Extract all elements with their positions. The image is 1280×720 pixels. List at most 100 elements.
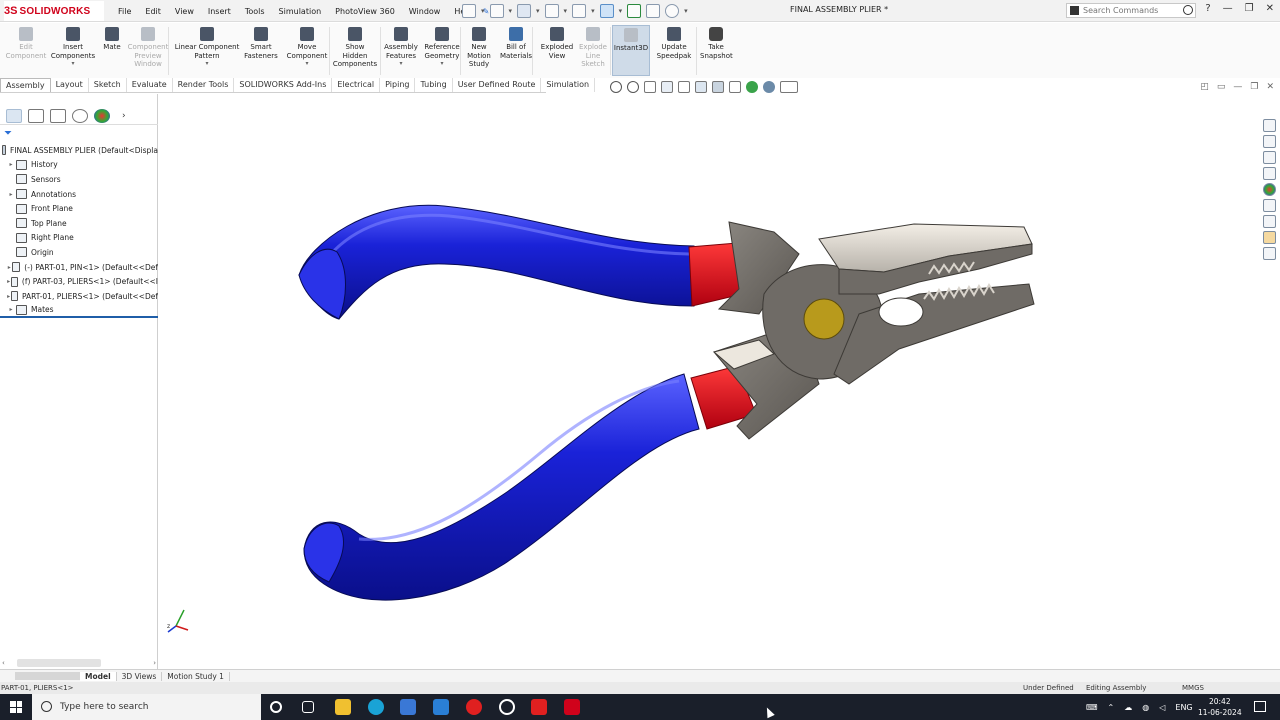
view-palette-icon[interactable] bbox=[1263, 167, 1276, 180]
menu-insert[interactable]: Insert bbox=[208, 7, 231, 16]
file-explorer-icon[interactable] bbox=[335, 699, 351, 715]
propertymanager-tab-icon[interactable] bbox=[28, 108, 44, 123]
close-icon[interactable]: ✕ bbox=[1266, 3, 1274, 14]
show-hidden-components-button[interactable]: Show Hidden Components bbox=[332, 27, 378, 69]
task-view-icon[interactable] bbox=[302, 701, 314, 713]
tab-electrical[interactable]: Electrical bbox=[332, 78, 381, 92]
expand-arrow-icon[interactable]: ▸ bbox=[6, 191, 16, 198]
expand-arrow-icon[interactable]: ▸ bbox=[6, 306, 16, 313]
apply-scene-icon[interactable] bbox=[763, 81, 775, 93]
tree-item[interactable]: Front Plane bbox=[0, 201, 158, 216]
tab-navigation-arrows[interactable] bbox=[15, 672, 80, 680]
component-preview-window-button[interactable]: Component Preview Window bbox=[126, 27, 170, 69]
explode-line-sketch-button[interactable]: Explode Line Sketch bbox=[576, 27, 610, 69]
search-commands[interactable] bbox=[1066, 3, 1196, 18]
reference-geometry-button[interactable]: Reference Geometry ▾ bbox=[421, 27, 463, 69]
tree-item[interactable]: ▸ Mates bbox=[0, 304, 158, 319]
dynamic-annotation-icon[interactable] bbox=[678, 81, 690, 93]
search-mode-icon[interactable] bbox=[1070, 6, 1079, 15]
tree-item[interactable]: ▸ (-) PART-01, PIN<1> (Default<<Def bbox=[0, 260, 158, 275]
menu-simulation[interactable]: Simulation bbox=[279, 7, 322, 16]
tree-item[interactable]: FINAL ASSEMBLY PLIER (Default<Displa bbox=[0, 143, 158, 158]
expand-tabs-icon[interactable]: › bbox=[122, 111, 126, 121]
previous-view-icon[interactable] bbox=[644, 81, 656, 93]
update-speedpak-button[interactable]: Update Speedpak bbox=[654, 27, 694, 60]
viewport-minimize-icon[interactable]: — bbox=[1233, 82, 1242, 92]
new-motion-study-button[interactable]: New Motion Study bbox=[464, 27, 494, 69]
file-explorer-icon[interactable] bbox=[1263, 151, 1276, 164]
search-input[interactable] bbox=[1083, 6, 1171, 15]
tab-solidworks-add-ins[interactable]: SOLIDWORKS Add-Ins bbox=[234, 78, 333, 92]
show-hidden-icons-icon[interactable]: ⌃ bbox=[1108, 703, 1115, 712]
view-orientation-icon[interactable] bbox=[695, 81, 707, 93]
tree-item[interactable]: ▸ PART-01, PLIERS<1> (Default<<Def bbox=[0, 289, 158, 304]
solidworks-resources-icon[interactable] bbox=[1263, 119, 1276, 132]
zoom-to-fit-icon[interactable] bbox=[610, 81, 622, 93]
dimxpert-tab-icon[interactable] bbox=[72, 108, 88, 123]
tree-scrollbar[interactable]: ‹ › bbox=[2, 658, 156, 668]
notifications-icon[interactable] bbox=[1254, 701, 1266, 712]
scroll-thumb[interactable] bbox=[16, 659, 101, 667]
tab-piping[interactable]: Piping bbox=[380, 78, 416, 92]
scroll-right-icon[interactable]: › bbox=[153, 659, 156, 667]
viewport-single-icon[interactable]: ▭ bbox=[1217, 82, 1226, 92]
custom-properties-icon[interactable] bbox=[1263, 199, 1276, 212]
rebuild-icon[interactable] bbox=[627, 4, 642, 18]
tab-tubing[interactable]: Tubing bbox=[415, 78, 453, 92]
filter-icon[interactable]: ⏷ bbox=[4, 128, 12, 139]
smart-fasteners-button[interactable]: Smart Fasteners bbox=[242, 27, 280, 60]
undo-icon[interactable] bbox=[572, 4, 587, 18]
configurationmanager-tab-icon[interactable] bbox=[50, 108, 66, 123]
mail-icon[interactable] bbox=[433, 699, 449, 715]
tree-item[interactable]: Sensors bbox=[0, 172, 158, 187]
menu-edit[interactable]: Edit bbox=[145, 7, 161, 16]
unit-system[interactable]: MMGS bbox=[1182, 684, 1204, 692]
windows-start-icon[interactable] bbox=[10, 701, 22, 713]
tab-render-tools[interactable]: Render Tools bbox=[173, 78, 235, 92]
scroll-left-icon[interactable]: ‹ bbox=[2, 659, 5, 667]
featuremanager-tab-icon[interactable] bbox=[6, 108, 22, 123]
edge-icon[interactable] bbox=[368, 699, 384, 715]
language-indicator[interactable]: ENG bbox=[1175, 703, 1192, 712]
opera-icon[interactable] bbox=[466, 699, 482, 715]
taskbar-search[interactable]: Type here to search bbox=[32, 694, 261, 720]
move-component-button[interactable]: Move Component ▾ bbox=[286, 27, 328, 69]
save-icon[interactable] bbox=[517, 4, 532, 18]
help-icon[interactable]: ? bbox=[1205, 3, 1210, 14]
insert-components-button[interactable]: Insert Components ▾ bbox=[48, 27, 98, 69]
tab-user-defined-route[interactable]: User Defined Route bbox=[453, 78, 542, 92]
tab-layout[interactable]: Layout bbox=[51, 78, 89, 92]
onedrive-icon[interactable]: ☁ bbox=[1124, 703, 1132, 712]
chrome-icon[interactable] bbox=[499, 699, 515, 715]
dropdown-arrow-icon[interactable]: ▾ bbox=[286, 60, 328, 69]
keyboard-icon[interactable]: ⌨ bbox=[1086, 703, 1098, 712]
edit-appearance-icon[interactable] bbox=[746, 81, 758, 93]
take-snapshot-button[interactable]: Take Snapshot bbox=[700, 27, 733, 60]
open-icon[interactable] bbox=[489, 4, 504, 18]
instant3d-button[interactable]: Instant3D bbox=[612, 25, 650, 76]
expand-arrow-icon[interactable]: ▸ bbox=[6, 161, 16, 168]
print-icon[interactable] bbox=[544, 4, 559, 18]
recovery-icon[interactable] bbox=[1263, 247, 1276, 260]
solidworks-logo[interactable]: 3S SOLIDWORKS bbox=[4, 1, 104, 21]
menu-window[interactable]: Window bbox=[409, 7, 441, 16]
menu-view[interactable]: View bbox=[175, 7, 194, 16]
appearances-icon[interactable] bbox=[1263, 183, 1276, 196]
minimize-icon[interactable]: — bbox=[1223, 3, 1233, 14]
tree-item[interactable]: Origin bbox=[0, 245, 158, 260]
edit-component-button[interactable]: Edit Component bbox=[4, 27, 48, 60]
tab-simulation[interactable]: Simulation bbox=[541, 78, 596, 92]
restore-icon[interactable]: ❐ bbox=[1245, 3, 1254, 14]
select-icon[interactable] bbox=[599, 4, 614, 18]
displaymanager-tab-icon[interactable] bbox=[94, 108, 110, 123]
cortana-icon[interactable] bbox=[270, 701, 282, 713]
pivot-pin[interactable] bbox=[803, 298, 845, 340]
graphics-area[interactable] bbox=[159, 94, 1260, 672]
lower-handle[interactable] bbox=[303, 373, 700, 601]
tab-sketch[interactable]: Sketch bbox=[89, 78, 127, 92]
tree-item[interactable]: Right Plane bbox=[0, 231, 158, 246]
viewport-close-icon[interactable]: ✕ bbox=[1266, 82, 1274, 92]
tab-motion-study[interactable]: Motion Study 1 bbox=[162, 671, 230, 681]
store-icon[interactable] bbox=[400, 699, 416, 715]
tab-assembly[interactable]: Assembly bbox=[0, 78, 51, 92]
